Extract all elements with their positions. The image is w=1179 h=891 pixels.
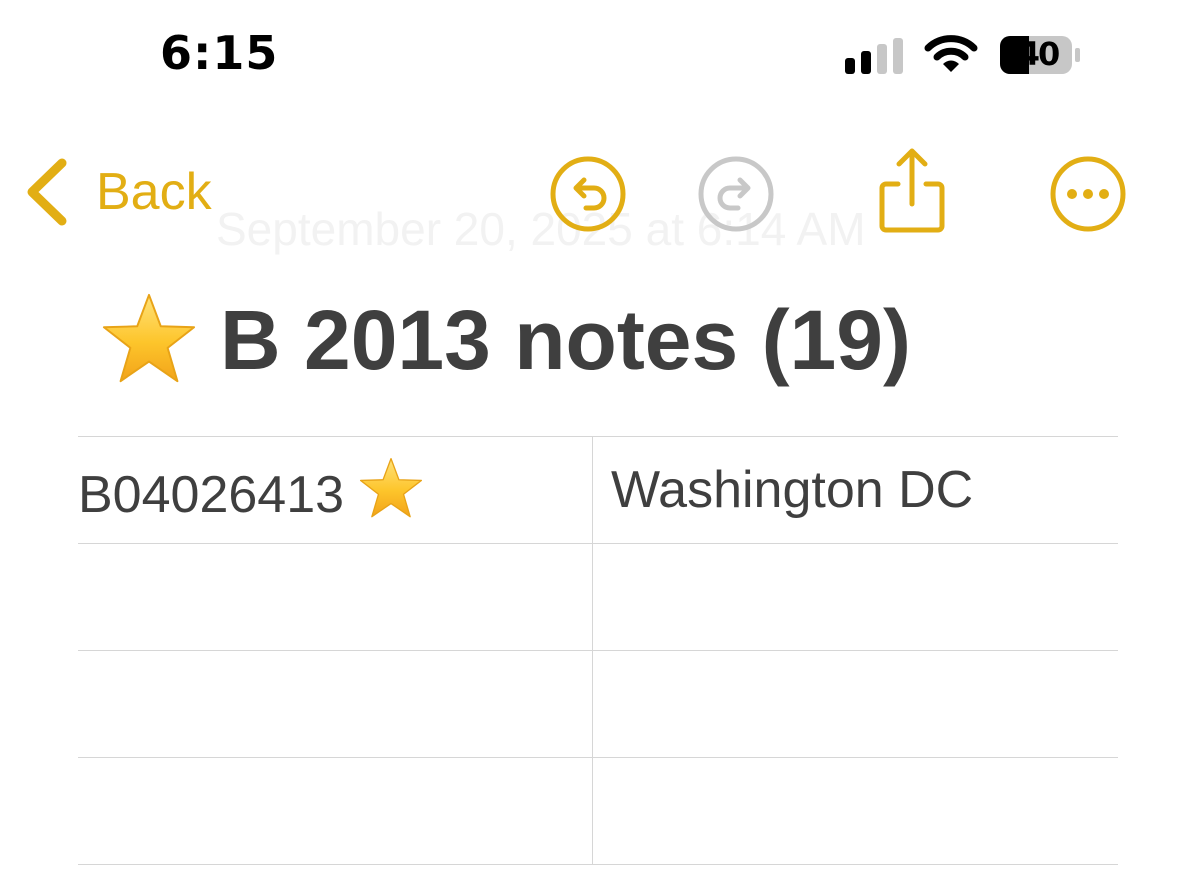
note-table[interactable]: B04026413 Washington DC <box>78 436 1118 865</box>
table-row: B04026413 Washington DC <box>78 436 1118 544</box>
table-cell[interactable]: B04026413 <box>78 436 593 544</box>
chevron-left-icon <box>27 158 67 226</box>
back-button[interactable]: Back <box>24 156 212 228</box>
star-icon <box>360 457 423 517</box>
table-cell[interactable]: Washington DC <box>592 436 1118 544</box>
note-title-row[interactable]: B 2013 notes (19) <box>100 288 911 392</box>
cell-text: B04026413 <box>78 465 345 524</box>
table-cell[interactable] <box>78 543 593 651</box>
wifi-icon <box>924 35 978 72</box>
back-label: Back <box>96 163 212 221</box>
note-title: B 2013 notes (19) <box>220 292 911 387</box>
status-time: 6:15 <box>160 26 279 80</box>
table-row <box>78 650 1118 758</box>
redo-icon[interactable] <box>696 154 776 234</box>
battery-level: 40 <box>1017 35 1061 73</box>
cell-text: Washington DC <box>611 461 974 519</box>
undo-icon[interactable] <box>548 154 628 234</box>
table-row <box>78 543 1118 651</box>
signal-icon <box>845 38 903 74</box>
table-cell[interactable] <box>78 650 593 758</box>
share-icon[interactable] <box>872 146 952 236</box>
table-cell[interactable] <box>592 650 1118 758</box>
table-cell[interactable] <box>592 757 1118 865</box>
table-row <box>78 757 1118 865</box>
more-icon[interactable] <box>1048 154 1128 234</box>
table-cell[interactable] <box>592 543 1118 651</box>
table-cell[interactable] <box>78 757 593 865</box>
star-icon <box>102 293 196 383</box>
notes-screen: 6:15 40 September 20, 2025 at 6:14 AM Ba… <box>0 0 1179 891</box>
